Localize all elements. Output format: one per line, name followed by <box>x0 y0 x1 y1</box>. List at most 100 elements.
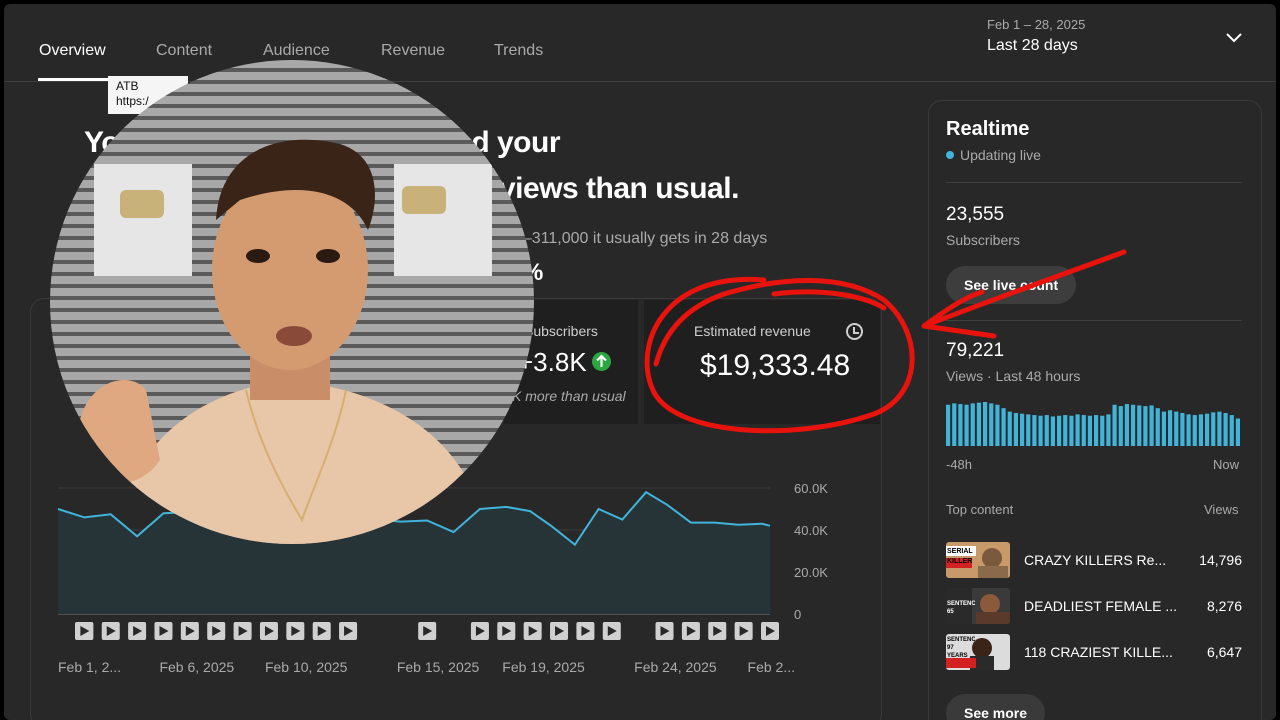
sparkline-bar <box>983 402 988 446</box>
active-tab-indicator <box>38 78 110 81</box>
sparkline-bar <box>1143 406 1148 446</box>
top-content-header: Top content <box>946 502 1014 517</box>
video-published-marker[interactable] <box>339 622 358 640</box>
insight-subline: 0–311,000 it usually gets in 28 days <box>514 230 768 247</box>
video-published-marker[interactable] <box>576 622 595 640</box>
sparkline-bar <box>995 404 1000 446</box>
realtime-views-label: Views · Last 48 hours <box>946 368 1081 384</box>
x-tick-label: Feb 19, 2025 <box>502 659 585 675</box>
video-published-marker[interactable] <box>470 622 489 640</box>
tab-audience[interactable]: Audience <box>263 42 330 60</box>
sparkline-bar <box>1038 415 1043 446</box>
x-tick-label: Feb 1, 2... <box>58 659 121 675</box>
realtime-views-sparkline <box>946 402 1240 446</box>
sparkline-bar <box>1081 415 1086 446</box>
x-tick-label: Feb 15, 2025 <box>397 659 480 675</box>
video-published-marker[interactable] <box>180 622 199 640</box>
sparkline-bar <box>1229 415 1234 446</box>
sparkline-bar <box>1137 405 1142 446</box>
video-published-marker[interactable] <box>655 622 674 640</box>
revenue-label: Estimated revenue <box>694 323 811 339</box>
sparkline-bar <box>1149 405 1154 446</box>
video-published-marker[interactable] <box>233 622 252 640</box>
video-title: 118 CRAZIEST KILLE... <box>1024 644 1173 660</box>
video-published-marker[interactable] <box>101 622 120 640</box>
video-published-marker[interactable] <box>259 622 278 640</box>
sparkline-bar <box>1007 411 1012 446</box>
thumbnail-text: SENTENCED 97 YEARS <box>947 637 975 659</box>
video-published-marker[interactable] <box>708 622 727 640</box>
sparkline-bar <box>1118 406 1123 446</box>
y-tick-label: 0 <box>794 607 801 622</box>
arrow-up-icon <box>592 352 611 371</box>
sparkline-bar <box>1205 413 1210 446</box>
sparkline-bar <box>1223 413 1228 446</box>
top-content-row[interactable]: SENTENCED 97 YEARS 118 CRAZIEST KILLE...… <box>946 634 1242 674</box>
sparkline-bar <box>1044 415 1049 446</box>
video-thumbnail: SERIAL KILLER <box>946 542 1010 578</box>
sparkline-bar <box>1001 408 1006 446</box>
video-published-marker[interactable] <box>207 622 226 640</box>
video-published-marker[interactable] <box>550 622 569 640</box>
tab-bar: Overview Content Audience Revenue Trends… <box>4 4 1276 82</box>
video-published-marker[interactable] <box>523 622 542 640</box>
video-published-marker[interactable] <box>602 622 621 640</box>
video-published-marker[interactable] <box>312 622 331 640</box>
sparkline-bar <box>1057 415 1062 446</box>
video-published-marker[interactable] <box>128 622 147 640</box>
revenue-value: $19,333.48 <box>700 349 851 382</box>
sparkline-bar <box>1026 414 1031 446</box>
tab-trends[interactable]: Trends <box>494 42 543 60</box>
video-published-marker[interactable] <box>497 622 516 640</box>
y-tick-label: 40.0K <box>794 523 828 538</box>
top-content-views-header: Views <box>1204 502 1239 517</box>
sparkline-bar <box>1069 415 1074 446</box>
realtime-views-value: 79,221 <box>946 340 1005 361</box>
video-published-marker[interactable] <box>286 622 305 640</box>
sparkline-bar <box>1131 404 1136 446</box>
sparkline-bar <box>1217 411 1222 446</box>
tab-overview[interactable]: Overview <box>39 42 106 60</box>
chevron-down-icon[interactable] <box>1223 26 1245 48</box>
revenue-card[interactable]: Estimated revenue $19,333.48 <box>644 300 880 424</box>
live-status-text: Updating live <box>960 147 1041 163</box>
see-more-button[interactable]: See more <box>946 694 1046 720</box>
sparkline-bar <box>1112 404 1117 446</box>
sparkline-bar <box>1075 414 1080 446</box>
x-tick-label: Feb 6, 2025 <box>159 659 234 675</box>
video-published-marker[interactable] <box>734 622 753 640</box>
divider <box>946 320 1242 321</box>
video-thumbnail: SENTENCED 97 YEARS <box>946 634 1010 670</box>
sparkline-bar <box>1168 410 1173 446</box>
date-range-label: Last 28 days <box>987 37 1078 54</box>
tab-content[interactable]: Content <box>156 42 212 60</box>
video-published-marker[interactable] <box>418 622 437 640</box>
top-content-row[interactable]: SENTENCED 65 YEARS DEADLIEST FEMALE ... … <box>946 588 1242 628</box>
video-title: CRAZY KILLERS Re... <box>1024 552 1167 568</box>
webcam-overlay <box>50 60 534 544</box>
video-views: 6,647 <box>1206 644 1242 660</box>
sparkline-bar <box>964 404 969 446</box>
sparkline-bar <box>1180 413 1185 446</box>
x-tick-label: Feb 24, 2025 <box>634 659 717 675</box>
sparkline-bar <box>1020 413 1025 446</box>
video-published-marker[interactable] <box>681 622 700 640</box>
see-live-count-button[interactable]: See live count <box>946 266 1077 304</box>
sparkline-bar <box>1094 415 1099 446</box>
sparkline-bar <box>970 403 975 446</box>
video-thumbnail: SENTENCED 65 YEARS <box>946 588 1010 624</box>
sparkline-bar <box>1124 404 1129 446</box>
date-range-selector[interactable]: Feb 1 – 28, 2025 Last 28 days <box>987 17 1085 55</box>
realtime-subscribers-value: 23,555 <box>946 204 1005 225</box>
video-published-marker[interactable] <box>154 622 173 640</box>
sparkline-bar <box>1013 413 1018 446</box>
date-range-dates: Feb 1 – 28, 2025 <box>987 17 1086 32</box>
top-content-row[interactable]: SERIAL KILLER CRAZY KILLERS Re... 14,796 <box>946 542 1242 582</box>
sparkline-bar <box>1100 415 1105 446</box>
tab-revenue[interactable]: Revenue <box>381 42 445 60</box>
video-published-marker[interactable] <box>761 622 779 640</box>
sparkline-bar <box>1032 415 1037 446</box>
sparkline-bar <box>976 402 981 446</box>
video-published-marker[interactable] <box>75 622 94 640</box>
sparkline-bar <box>1155 408 1160 446</box>
